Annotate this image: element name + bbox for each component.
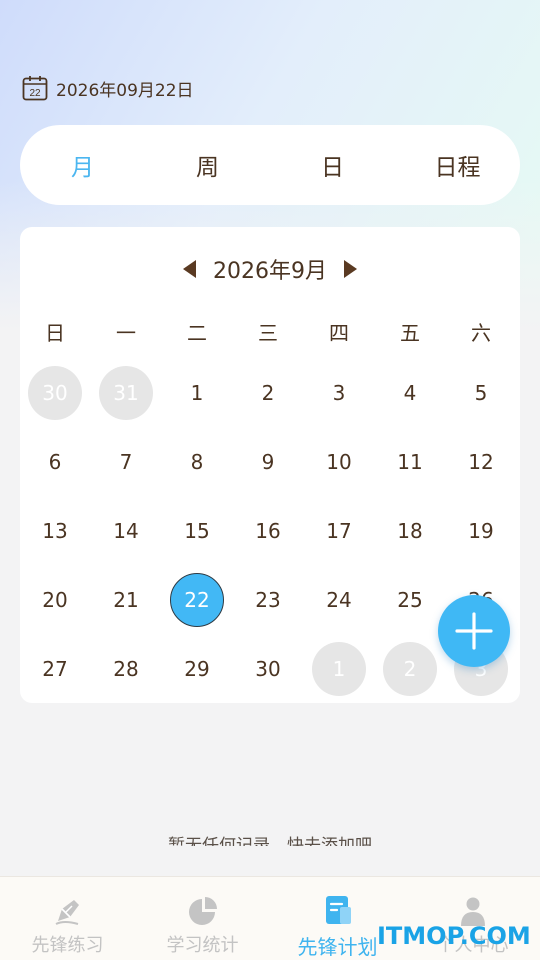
tab-schedule[interactable]: 日程 (418, 148, 498, 182)
day-cell[interactable]: 19 (454, 504, 508, 558)
nav-item-statistics[interactable]: 学习统计 (135, 877, 270, 960)
empty-hint: 暂无任何记录，快去添加吧 (168, 836, 372, 846)
day-cell[interactable]: 10 (312, 435, 366, 489)
day-cell[interactable]: 6 (28, 435, 82, 489)
month-title: 2026年9月 (213, 259, 327, 284)
prev-month-icon[interactable] (179, 258, 201, 280)
notebook-icon (325, 896, 351, 924)
nav-label-plan: 先锋计划 (297, 935, 378, 959)
pie-chart-icon (188, 897, 217, 925)
day-cell[interactable]: 7 (99, 435, 153, 489)
day-cell[interactable]: 9 (241, 435, 295, 489)
month-navigator: 2026年9月 (20, 251, 520, 287)
weekday-label: 二 (187, 321, 207, 345)
calendar-icon: 22 (22, 76, 48, 101)
pen-icon (55, 900, 79, 925)
day-cell[interactable]: 4 (383, 366, 437, 420)
day-cell[interactable]: 2 (241, 366, 295, 420)
day-cell[interactable]: 24 (312, 573, 366, 627)
calendar-icon-day: 22 (29, 88, 41, 99)
weekday-label: 日 (45, 321, 65, 345)
plus-icon (455, 612, 493, 650)
day-cell[interactable]: 30 (241, 642, 295, 696)
day-cell[interactable]: 8 (170, 435, 224, 489)
watermark-text: ITMOP.COM (377, 922, 531, 950)
day-cell[interactable]: 20 (28, 573, 82, 627)
add-plan-button[interactable] (438, 595, 510, 667)
day-cell[interactable]: 3 (312, 366, 366, 420)
other-month-day-cell[interactable]: 1 (312, 642, 366, 696)
nav-label-statistics: 学习统计 (166, 935, 239, 956)
tab-day[interactable]: 日 (293, 148, 373, 182)
other-month-day-cell[interactable]: 2 (383, 642, 437, 696)
current-date-text: 2026年09月22日 (56, 80, 194, 101)
weekday-label: 一 (116, 321, 136, 345)
weekday-header: 日一二三四五六 (20, 317, 520, 347)
weekday-label: 五 (400, 321, 420, 345)
day-cell[interactable]: 1 (170, 366, 224, 420)
nav-label-practice: 先锋练习 (31, 935, 104, 956)
tab-month[interactable]: 月 (43, 148, 123, 182)
day-cell[interactable]: 18 (383, 504, 437, 558)
day-cell[interactable]: 11 (383, 435, 437, 489)
day-cell[interactable]: 25 (383, 573, 437, 627)
weekday-label: 六 (471, 321, 491, 345)
next-month-icon[interactable] (339, 258, 361, 280)
current-date-row: 22 2026年09月22日 (22, 74, 194, 102)
day-cell[interactable]: 21 (99, 573, 153, 627)
nav-item-practice[interactable]: 先锋练习 (0, 877, 135, 960)
day-cell[interactable]: 29 (170, 642, 224, 696)
weekday-label: 四 (329, 321, 349, 345)
other-month-day-cell[interactable]: 31 (99, 366, 153, 420)
day-cell[interactable]: 12 (454, 435, 508, 489)
day-cell[interactable]: 14 (99, 504, 153, 558)
other-month-day-cell[interactable]: 30 (28, 366, 82, 420)
tab-week[interactable]: 周 (168, 148, 248, 182)
day-cell[interactable]: 27 (28, 642, 82, 696)
day-cell[interactable]: 28 (99, 642, 153, 696)
day-cell[interactable]: 13 (28, 504, 82, 558)
day-cell[interactable]: 5 (454, 366, 508, 420)
day-cell[interactable]: 23 (241, 573, 295, 627)
selected-day-cell[interactable]: 22 (170, 573, 224, 627)
day-cell[interactable]: 17 (312, 504, 366, 558)
day-cell[interactable]: 15 (170, 504, 224, 558)
view-mode-tabs: 月 周 日 日程 (20, 125, 520, 205)
weekday-label: 三 (258, 321, 278, 345)
day-cell[interactable]: 16 (241, 504, 295, 558)
